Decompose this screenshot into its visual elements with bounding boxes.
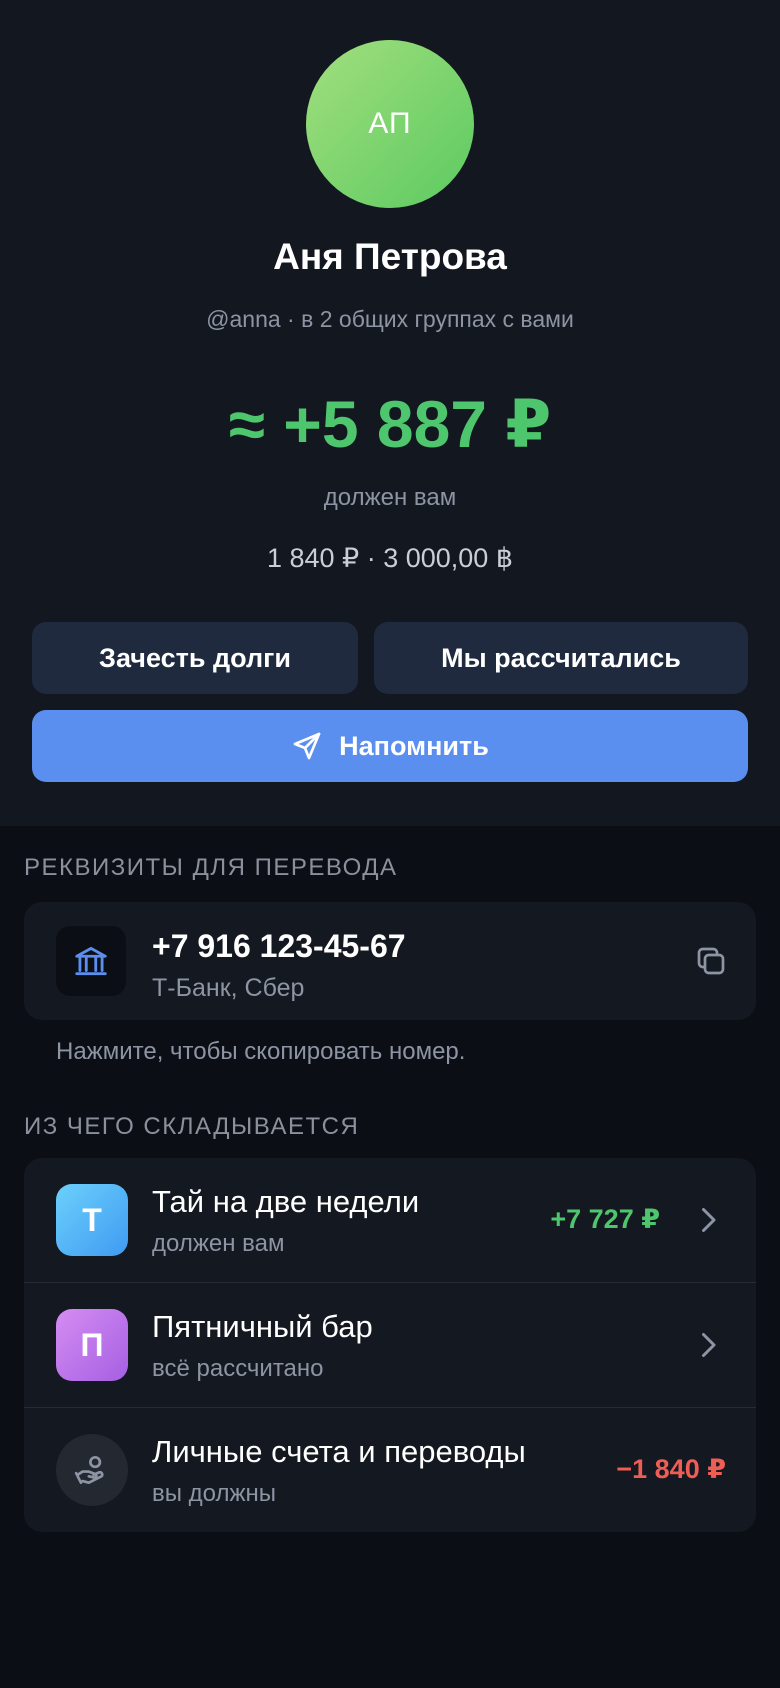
profile-header: АП Аня Петрова @anna · в 2 общих группах… (0, 0, 780, 826)
avatar: АП (306, 40, 474, 208)
list-item-status: вы должны (152, 1480, 277, 1507)
composition-list: Т Тай на две недели должен вам +7 727 ₽ … (24, 1158, 756, 1532)
list-item-status: всё рассчитано (152, 1355, 324, 1382)
list-item-status: должен вам (152, 1230, 285, 1257)
list-item-title: Тай на две недели (152, 1184, 420, 1219)
list-item-thai-trip[interactable]: Т Тай на две недели должен вам +7 727 ₽ (24, 1158, 756, 1282)
requisites-section-title: РЕКВИЗИТЫ ДЛЯ ПЕРЕВОДА (24, 854, 398, 881)
remind-button[interactable]: Напомнить (32, 710, 748, 782)
chevron-right-icon (698, 1204, 718, 1236)
payment-banks: Т-Банк, Сбер (152, 974, 305, 1002)
list-item-personal-bills[interactable]: Личные счета и переводы вы должны −1 840… (24, 1408, 756, 1532)
offset-debts-button[interactable]: Зачесть долги (32, 622, 358, 694)
hand-coin-icon (56, 1434, 128, 1506)
copy-icon[interactable] (692, 942, 730, 980)
group-avatar-t: Т (56, 1184, 128, 1256)
offset-debts-label: Зачесть долги (99, 642, 291, 673)
requisites-card[interactable]: +7 916 123-45-67 Т-Банк, Сбер (24, 902, 756, 1020)
group-avatar-letter: П (80, 1326, 104, 1363)
chevron-right-icon (698, 1329, 718, 1361)
balance-breakdown: 1 840 ₽ · 3 000,00 ฿ (266, 543, 514, 573)
list-item-friday-bar[interactable]: П Пятничный бар всё рассчитано (24, 1283, 756, 1407)
group-avatar-p: П (56, 1309, 128, 1381)
settled-up-label: Мы рассчитались (441, 642, 681, 673)
balance-amount: ≈ +5 887 ₽ (228, 387, 552, 461)
list-item-amount: −1 840 ₽ (616, 1454, 726, 1484)
contact-name: Аня Петрова (273, 236, 507, 277)
settled-up-button[interactable]: Мы рассчитались (374, 622, 748, 694)
avatar-initials: АП (368, 107, 412, 140)
payment-phone: +7 916 123-45-67 (152, 928, 406, 964)
list-item-title: Личные счета и переводы (152, 1434, 526, 1469)
balance-caption: должен вам (323, 484, 457, 511)
list-item-amount: +7 727 ₽ (550, 1204, 660, 1234)
bank-icon (56, 926, 126, 996)
contact-balance-screen: АП Аня Петрова @anna · в 2 общих группах… (0, 0, 780, 1688)
contact-subline: @anna · в 2 общих группах с вами (206, 306, 574, 332)
composition-section-title: ИЗ ЧЕГО СКЛАДЫВАЕТСЯ (24, 1113, 360, 1140)
remind-label: Напомнить (339, 730, 489, 761)
group-avatar-letter: Т (82, 1201, 102, 1238)
list-item-title: Пятничный бар (152, 1309, 373, 1344)
send-icon (293, 732, 321, 760)
copy-hint: Нажмите, чтобы скопировать номер. (56, 1038, 466, 1065)
